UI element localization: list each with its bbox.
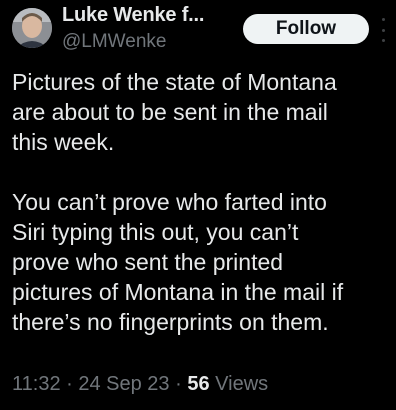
views-count: 56: [187, 373, 210, 395]
profile-photo-icon: [12, 8, 52, 48]
tweet-paragraph: You can’t prove who farted into Siri typ…: [12, 189, 344, 335]
tweet-time[interactable]: 11:32: [12, 373, 61, 395]
more-vertical-icon[interactable]: [380, 18, 386, 42]
views-label: Views: [215, 373, 269, 395]
author-name[interactable]: Luke Wenke f...: [62, 4, 204, 27]
meta-separator: ·: [169, 373, 188, 395]
tweet-meta: 11:32 · 24 Sep 23 · 56 Views: [12, 373, 268, 396]
follow-button[interactable]: Follow: [243, 14, 369, 44]
tweet-text: Pictures of the state of Montana are abo…: [12, 67, 392, 337]
meta-separator: ·: [60, 373, 79, 395]
author-handle[interactable]: @LMWenke: [62, 31, 166, 53]
avatar[interactable]: [12, 8, 52, 48]
tweet-date[interactable]: 24 Sep 23: [78, 373, 169, 395]
tweet-paragraph: Pictures of the state of Montana are abo…: [12, 69, 337, 155]
tweet-header: Luke Wenke f... @LMWenke Follow: [0, 0, 396, 62]
